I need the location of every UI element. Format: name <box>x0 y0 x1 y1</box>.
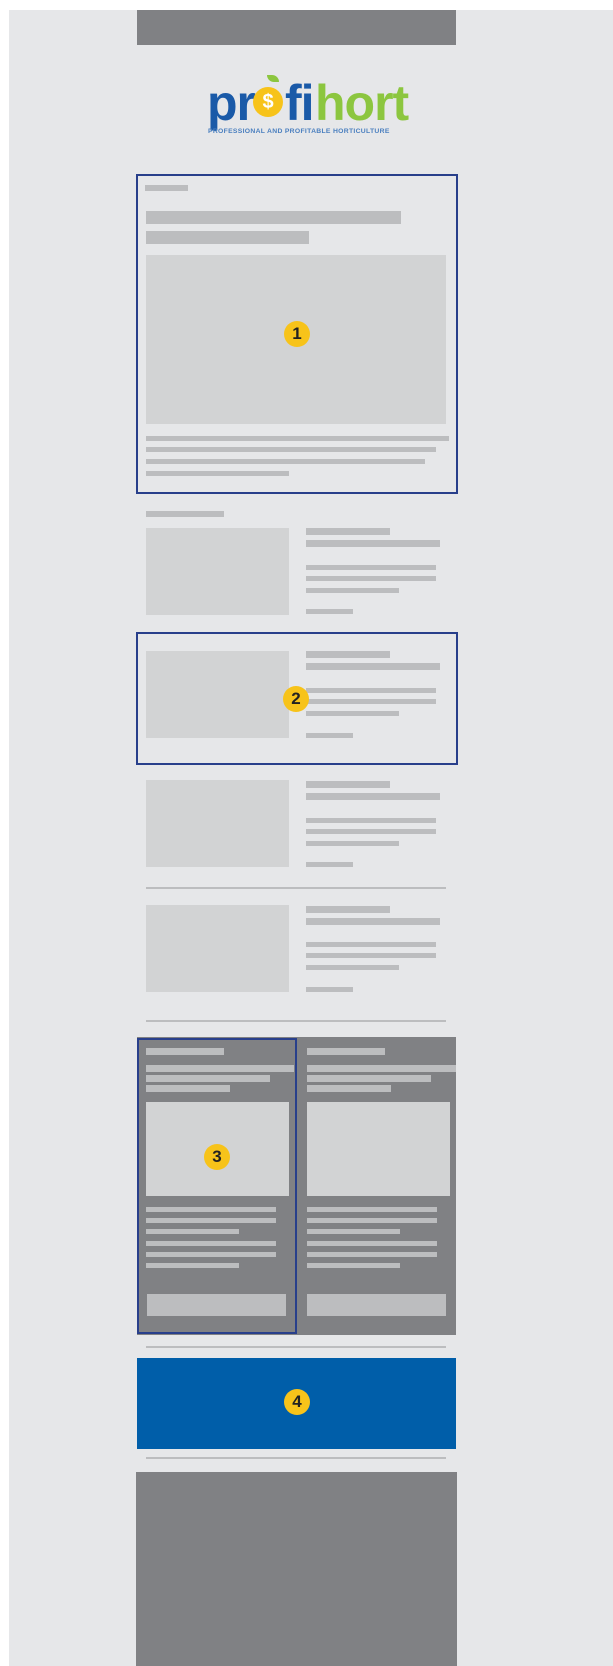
footer-block <box>136 1472 457 1666</box>
logo-text-fi: fi <box>285 75 315 131</box>
list-item-text-line <box>306 965 399 970</box>
card-image-placeholder <box>307 1102 450 1196</box>
card-title-line <box>307 1065 456 1072</box>
list-item-title <box>306 781 390 788</box>
list-item-image <box>146 528 289 615</box>
list-item-subtitle <box>306 663 440 670</box>
card-text-line <box>307 1263 400 1268</box>
featured-text-line <box>146 436 449 441</box>
list-item-link <box>306 987 353 992</box>
card-text-line <box>307 1229 400 1234</box>
list-item-text-line <box>306 829 436 834</box>
featured-text-line <box>146 459 425 464</box>
card-highlight <box>137 1038 297 1334</box>
leaf-icon <box>267 75 279 82</box>
featured-kicker-placeholder <box>145 185 188 191</box>
list-item-text-line <box>306 588 399 593</box>
list-item-text-line <box>306 711 399 716</box>
list-item-title <box>306 528 390 535</box>
logo-text-hort: hort <box>315 75 409 131</box>
header-bar <box>137 10 456 45</box>
list-item-text-line <box>306 576 436 581</box>
list-item-text-line <box>306 818 436 823</box>
list-item-text-line <box>306 699 436 704</box>
divider <box>146 887 446 889</box>
list-item-title <box>306 651 390 658</box>
card-kicker <box>307 1048 385 1055</box>
list-item-text-line <box>306 565 436 570</box>
card-text-line <box>307 1207 437 1212</box>
list-item-image <box>146 651 289 738</box>
profihort-logo: pr $ fi hort PROFESSIONAL AND PROFITABLE… <box>205 72 409 142</box>
list-item-link <box>306 862 353 867</box>
list-item-subtitle <box>306 793 440 800</box>
card-text-line <box>307 1241 437 1246</box>
list-item-text-line <box>306 688 436 693</box>
logo-tagline: PROFESSIONAL AND PROFITABLE HORTICULTURE <box>208 128 390 135</box>
marker-1: 1 <box>284 321 310 347</box>
list-item-image <box>146 905 289 992</box>
marker-3: 3 <box>204 1144 230 1170</box>
card-button-placeholder[interactable] <box>307 1294 446 1316</box>
list-item-subtitle <box>306 918 440 925</box>
divider <box>146 1457 446 1459</box>
divider <box>146 1020 446 1022</box>
dollar-coin-icon: $ <box>253 87 283 117</box>
marker-4: 4 <box>284 1389 310 1415</box>
featured-title-line-2 <box>146 231 309 244</box>
list-heading-placeholder <box>146 511 224 517</box>
logo-text-pr: pr <box>207 75 256 131</box>
list-item-image <box>146 780 289 867</box>
list-item-text-line <box>306 942 436 947</box>
list-item-link <box>306 733 353 738</box>
featured-text-line <box>146 471 289 476</box>
divider <box>146 1346 446 1348</box>
list-item-text-line <box>306 953 436 958</box>
card-title-line <box>307 1075 431 1082</box>
card-text-line <box>307 1218 437 1223</box>
card-text-line <box>307 1252 437 1257</box>
list-item-link <box>306 609 353 614</box>
featured-title-line-1 <box>146 211 401 224</box>
featured-text-line <box>146 447 436 452</box>
list-item-title <box>306 906 390 913</box>
list-item-subtitle <box>306 540 440 547</box>
list-item-text-line <box>306 841 399 846</box>
card-title-line <box>307 1085 391 1092</box>
marker-2: 2 <box>283 686 309 712</box>
